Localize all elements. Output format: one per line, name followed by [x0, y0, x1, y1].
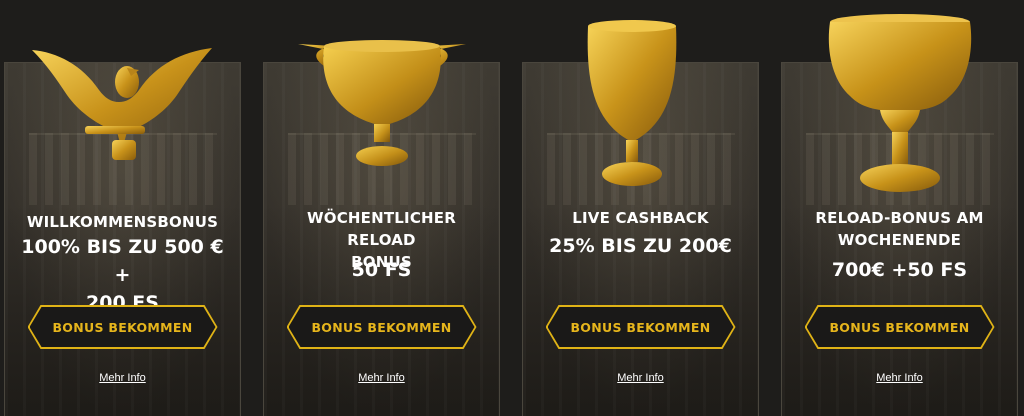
card-amount: 700€ +50 FS: [788, 256, 1011, 284]
card-title-line: WÖCHENTLICHER RELOAD: [307, 209, 456, 249]
get-bonus-button-label: BONUS BEKOMMEN: [52, 319, 193, 335]
card-title-line: RELOAD-BONUS AM: [815, 209, 984, 227]
card-amount-line: 700€ +50 FS: [831, 259, 968, 281]
get-bonus-button-label: BONUS BEKOMMEN: [829, 319, 970, 335]
get-bonus-button[interactable]: BONUS BEKOMMEN: [807, 307, 993, 347]
card-amount: 50 FS: [270, 256, 493, 284]
get-bonus-button[interactable]: BONUS BEKOMMEN: [548, 307, 734, 347]
get-bonus-button[interactable]: BONUS BEKOMMEN: [30, 307, 216, 347]
card-amount: 25% BIS ZU 200€: [529, 232, 752, 260]
get-bonus-button-label: BONUS BEKOMMEN: [570, 319, 711, 335]
card-amount: 100% BIS ZU 500 € + 200 FS: [11, 233, 234, 317]
more-info-link[interactable]: Mehr Info: [5, 372, 240, 384]
card-title-line: LIVE CASHBACK: [572, 209, 709, 227]
more-info-link[interactable]: Mehr Info: [782, 372, 1017, 384]
get-bonus-button[interactable]: BONUS BEKOMMEN: [289, 307, 475, 347]
golden-chalice-icon: [828, 14, 972, 192]
card-amount-line: 50 FS: [351, 259, 412, 281]
card-title: RELOAD-BONUS AM WOCHENENDE: [790, 207, 1009, 251]
golden-cup-handles-icon: [298, 40, 466, 166]
golden-eagle-icon: [32, 48, 212, 160]
more-info-link[interactable]: Mehr Info: [523, 372, 758, 384]
card-title: WILLKOMMENSBONUS: [13, 211, 232, 233]
card-amount-line: 100% BIS ZU 500 € +: [21, 236, 224, 286]
get-bonus-button-label: BONUS BEKOMMEN: [311, 319, 452, 335]
more-info-link[interactable]: Mehr Info: [264, 372, 499, 384]
card-title-line: WILLKOMMENSBONUS: [26, 213, 219, 231]
card-title-line: WOCHENENDE: [837, 231, 962, 249]
card-amount-line: 25% BIS ZU 200€: [549, 235, 732, 257]
card-title: LIVE CASHBACK: [531, 207, 750, 229]
golden-goblet-icon: [587, 20, 677, 186]
